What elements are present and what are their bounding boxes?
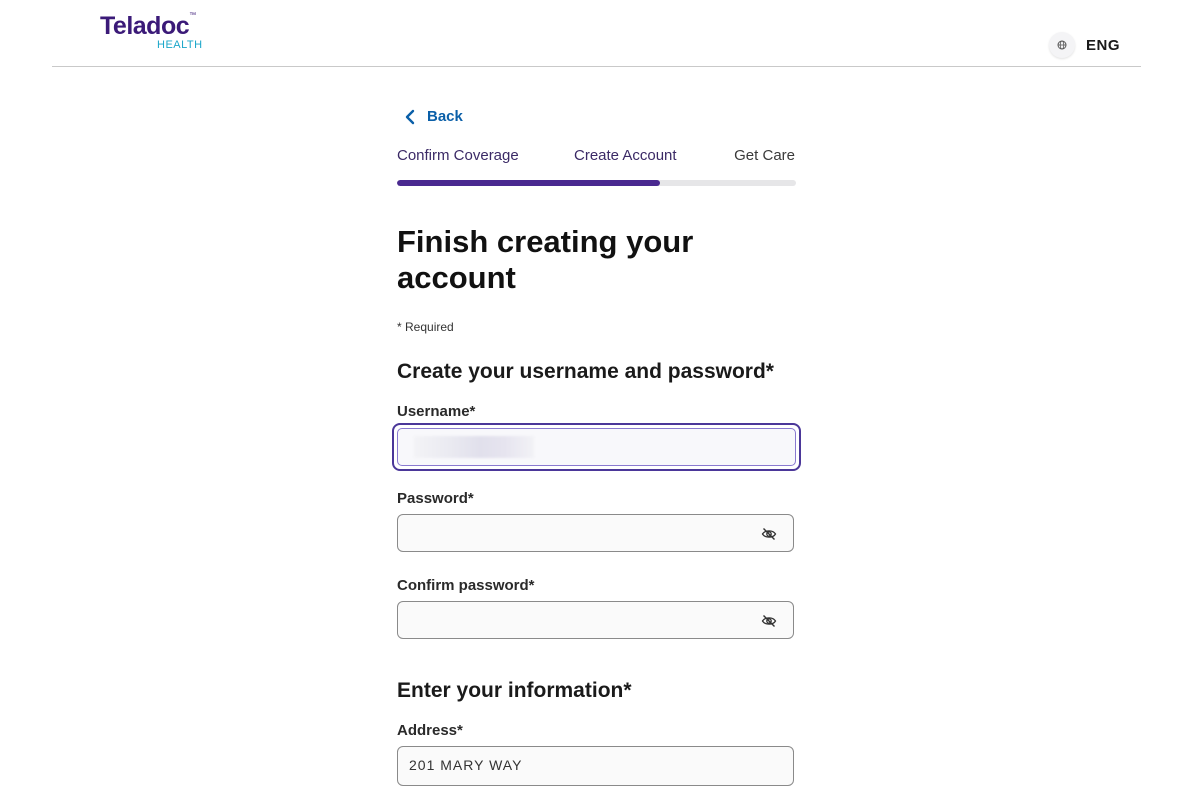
required-note: * Required: [397, 320, 454, 334]
progress-steps: Confirm Coverage Create Account Get Care: [397, 147, 797, 167]
username-label: Username*: [397, 403, 476, 420]
username-input[interactable]: [397, 428, 796, 466]
eye-off-icon[interactable]: [761, 526, 777, 542]
eye-off-icon[interactable]: [761, 613, 777, 629]
logo-trademark: ™: [189, 12, 197, 19]
confirm-password-label: Confirm password*: [397, 577, 535, 594]
credentials-section-title: Create your username and password*: [397, 360, 774, 383]
back-link[interactable]: Back: [405, 108, 463, 125]
address-value: 201 MARY WAY: [409, 757, 523, 773]
logo-health-text: HEALTH: [157, 39, 203, 51]
logo-wordmark: Teladoc: [100, 12, 190, 40]
address-field[interactable]: 201 MARY WAY: [397, 746, 794, 786]
progress-bar-fill: [397, 180, 661, 186]
globe-icon[interactable]: [1048, 32, 1075, 58]
confirm-password-field[interactable]: [397, 601, 794, 639]
username-redacted-value: [414, 436, 534, 458]
progress-bar: [397, 180, 796, 186]
password-field[interactable]: [397, 514, 794, 552]
password-label: Password*: [397, 490, 474, 507]
username-field[interactable]: [392, 423, 801, 471]
site-header: Teladoc™ HEALTH ENG: [0, 0, 1200, 67]
back-label: Back: [427, 108, 463, 125]
language-selector[interactable]: ENG: [1048, 32, 1120, 58]
language-label[interactable]: ENG: [1086, 37, 1120, 54]
step-confirm-coverage: Confirm Coverage: [397, 147, 519, 164]
page-title: Finish creating your account: [397, 224, 694, 295]
step-get-care: Get Care: [734, 147, 795, 164]
teladoc-logo[interactable]: Teladoc™ HEALTH: [100, 12, 202, 51]
chevron-left-icon: [405, 109, 415, 124]
step-create-account: Create Account: [574, 147, 677, 164]
info-section-title: Enter your information*: [397, 679, 632, 702]
header-divider: [52, 66, 1141, 67]
address-label: Address*: [397, 722, 463, 739]
